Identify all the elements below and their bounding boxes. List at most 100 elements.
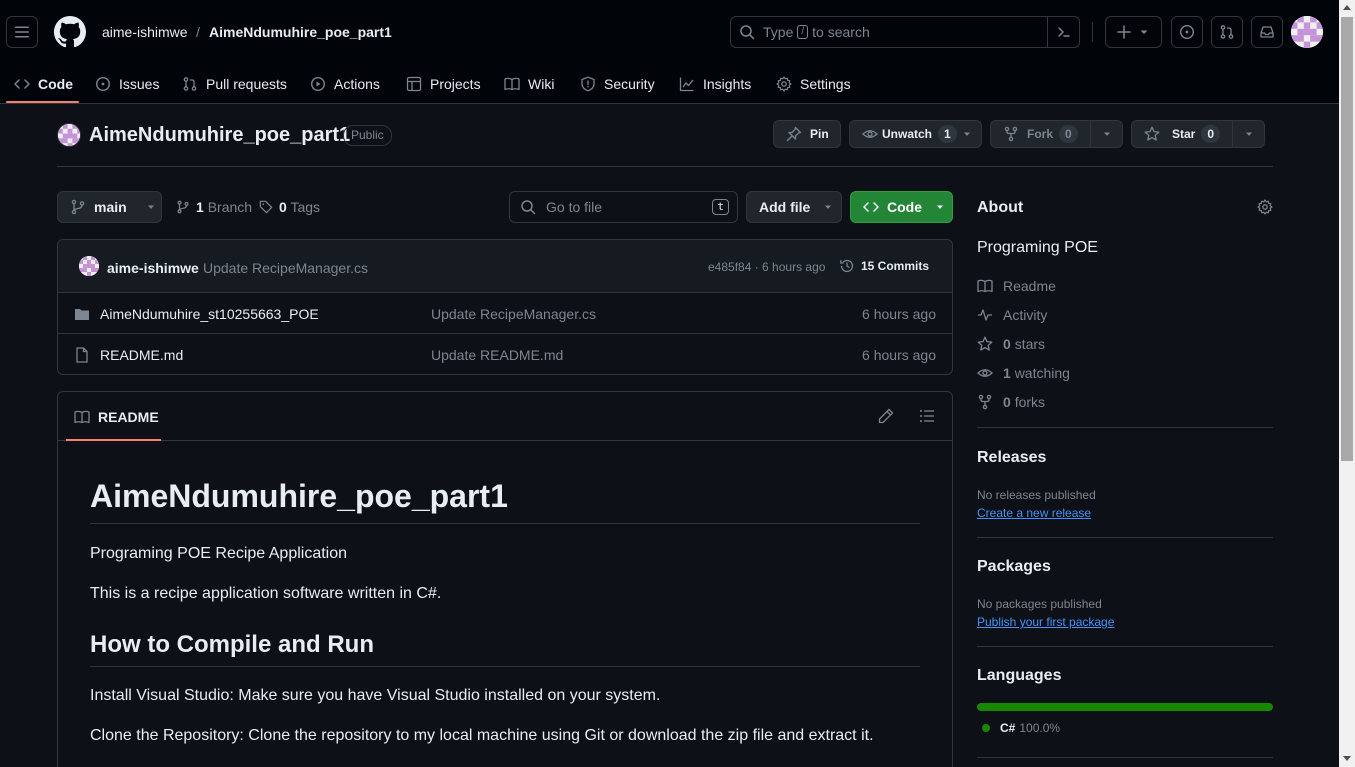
file-name[interactable]: README.md: [100, 347, 183, 363]
about-heading: About: [977, 199, 1024, 216]
inbox-button[interactable]: [1251, 16, 1283, 48]
menu-button[interactable]: [6, 16, 38, 48]
command-palette-button[interactable]: [1047, 17, 1079, 47]
breadcrumb-owner[interactable]: aime-ishimwe: [102, 24, 188, 40]
branch-icon: [71, 199, 85, 215]
repo-owner-avatar[interactable]: [57, 123, 81, 147]
commit-author[interactable]: aime-ishimwe: [107, 260, 199, 276]
play-icon: [310, 76, 326, 92]
language-item[interactable]: C# 100.0%: [982, 721, 1060, 735]
readme-title: AimeNdumuhire_poe_part1: [90, 478, 920, 524]
stars-link[interactable]: 0 stars: [977, 336, 1045, 352]
tab-wiki[interactable]: Wiki: [504, 64, 554, 104]
outline-button[interactable]: [919, 408, 935, 424]
tab-insights[interactable]: Insights: [679, 64, 751, 104]
branch-selector[interactable]: main: [57, 191, 162, 223]
active-tab-indicator: [6, 101, 79, 103]
file-row[interactable]: README.md Update README.md 6 hours ago: [58, 334, 952, 374]
sidebar-divider: [977, 757, 1273, 758]
pin-button[interactable]: Pin: [773, 120, 841, 148]
breadcrumb-separator: /: [196, 24, 200, 40]
language-percent: 100.0%: [1019, 721, 1061, 735]
language-bar: [977, 703, 1273, 711]
tab-security[interactable]: Security: [580, 64, 655, 104]
star-dropdown-button[interactable]: [1232, 121, 1264, 147]
file-name[interactable]: AimeNdumuhire_st10255663_POE: [100, 306, 319, 322]
tag-icon: [259, 200, 273, 214]
tab-label: Issues: [119, 76, 160, 92]
readme-paragraph: Programing POE Recipe Application: [90, 545, 348, 562]
file-table: aime-ishimwe Update RecipeManager.cs e48…: [57, 239, 953, 375]
scrollbar-thumb[interactable]: [1341, 17, 1353, 461]
readme-paragraph: Clone the Repository: Clone the reposito…: [90, 727, 874, 744]
fork-dropdown-button[interactable]: [1090, 121, 1122, 147]
tags-link[interactable]: 0 Tags: [259, 199, 320, 215]
pin-label: Pin: [810, 127, 829, 141]
scroll-down-icon[interactable]: [1343, 756, 1351, 761]
tab-code[interactable]: Code: [14, 64, 73, 104]
user-avatar[interactable]: [1291, 16, 1323, 48]
chevron-down-icon: [825, 205, 832, 209]
readme-tab[interactable]: README: [74, 409, 159, 425]
create-release-link[interactable]: Create a new release: [977, 506, 1091, 520]
tag-count: 0: [279, 199, 287, 215]
pull-requests-button[interactable]: [1211, 16, 1243, 48]
edit-about-button[interactable]: [1257, 199, 1273, 215]
tab-issues[interactable]: Issues: [95, 64, 159, 104]
edit-readme-button[interactable]: [878, 408, 894, 424]
tab-settings[interactable]: Settings: [776, 64, 851, 104]
global-search-input[interactable]: Type / to search: [730, 16, 1080, 48]
tab-projects[interactable]: Projects: [406, 64, 481, 104]
github-logo-icon[interactable]: [54, 16, 86, 48]
global-header: aime-ishimwe / AimeNdumuhire_poe_part1 T…: [0, 0, 1339, 104]
publish-package-link[interactable]: Publish your first package: [977, 615, 1114, 629]
file-row[interactable]: AimeNdumuhire_st10255663_POE Update Reci…: [58, 293, 952, 334]
star-button[interactable]: Star 0: [1131, 120, 1265, 148]
repo-title[interactable]: AimeNdumuhire_poe_part1: [89, 124, 350, 147]
commits-history-link[interactable]: 15 Commits: [839, 258, 929, 274]
issue-icon: [1179, 24, 1195, 40]
star-icon: [977, 336, 993, 351]
code-button[interactable]: Code: [850, 191, 953, 223]
forks-link[interactable]: 0 forks: [977, 394, 1045, 410]
shield-icon: [581, 76, 595, 92]
fork-button[interactable]: Fork 0: [990, 120, 1123, 148]
issues-button[interactable]: [1171, 16, 1203, 48]
readme-link[interactable]: Readme: [977, 278, 1056, 294]
breadcrumb-repo[interactable]: AimeNdumuhire_poe_part1: [209, 24, 392, 40]
watch-count: 1: [938, 125, 957, 143]
tab-label: Wiki: [528, 76, 555, 92]
packages-empty-text: No packages published: [977, 597, 1102, 611]
stars-label: stars: [1014, 336, 1046, 352]
go-to-file-input[interactable]: Go to file t: [509, 191, 738, 223]
page-scrollbar[interactable]: [1339, 0, 1355, 767]
commit-message[interactable]: Update RecipeManager.cs: [203, 260, 368, 276]
releases-heading[interactable]: Releases: [977, 449, 1046, 467]
commit-hash-time[interactable]: e485f84 · 6 hours ago: [708, 260, 825, 274]
unwatch-button[interactable]: Unwatch 1: [849, 120, 982, 148]
tab-actions[interactable]: Actions: [310, 64, 380, 104]
activity-link[interactable]: Activity: [977, 307, 1047, 323]
packages-heading[interactable]: Packages: [977, 558, 1051, 576]
watchers-link[interactable]: 1 watching: [977, 365, 1070, 381]
branches-link[interactable]: 1 Branch: [176, 199, 252, 215]
search-icon: [521, 200, 536, 215]
tab-pull-requests[interactable]: Pull requests: [182, 64, 287, 104]
readme-paragraph: Install Visual Studio: Make sure you hav…: [90, 687, 661, 704]
star-count: 0: [1201, 125, 1221, 143]
book-icon: [74, 410, 90, 424]
file-commit-message[interactable]: Update README.md: [431, 347, 563, 363]
add-file-button[interactable]: Add file: [746, 191, 842, 223]
file-commit-message[interactable]: Update RecipeManager.cs: [431, 306, 596, 322]
watching-count: 1: [1003, 365, 1011, 381]
create-new-button[interactable]: [1105, 16, 1162, 48]
readme-header: README: [58, 392, 952, 441]
scroll-up-icon[interactable]: [1343, 5, 1351, 10]
releases-empty-text: No releases published: [977, 488, 1096, 502]
readme-heading: How to Compile and Run: [90, 631, 920, 667]
unwatch-label: Unwatch: [882, 127, 933, 141]
language-name: C#: [1000, 721, 1016, 735]
pin-icon: [786, 126, 802, 142]
commit-author-avatar[interactable]: [79, 256, 99, 276]
tab-label: Security: [604, 76, 655, 92]
